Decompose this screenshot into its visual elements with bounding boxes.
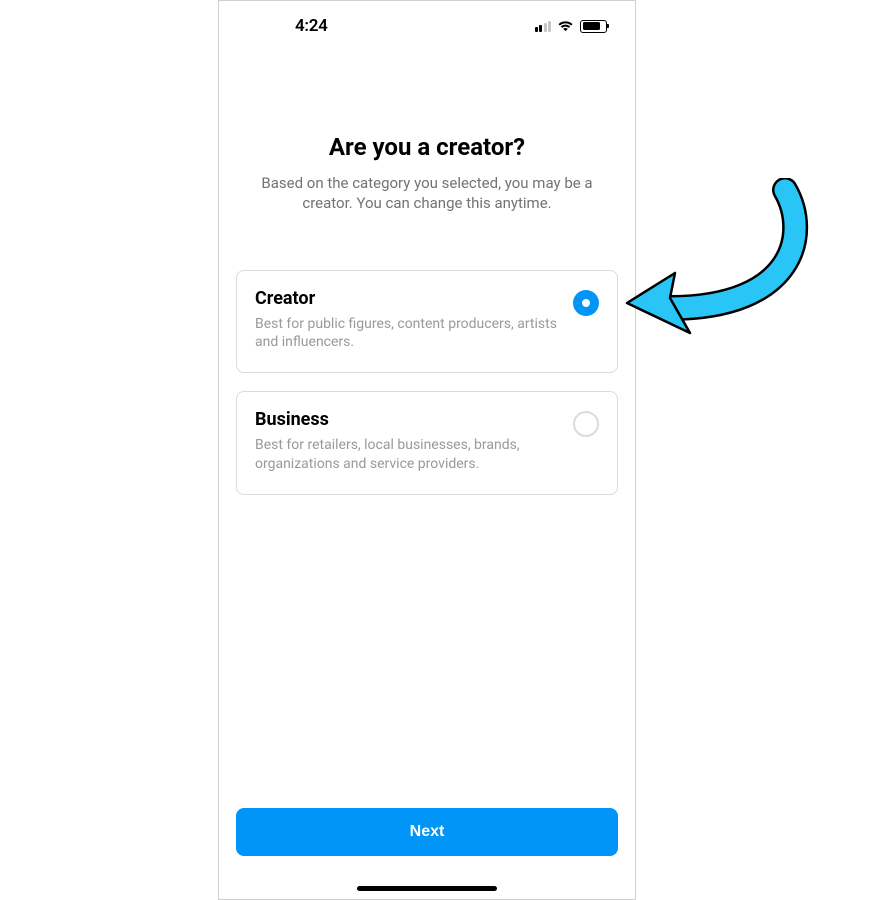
phone-frame: 4:24 Are you a creator? (218, 0, 636, 900)
page-subtitle: Based on the category you selected, you … (250, 173, 604, 214)
option-description: Best for retailers, local businesses, br… (255, 436, 561, 474)
option-business[interactable]: Business Best for retailers, local busin… (236, 391, 618, 495)
option-title: Creator (255, 288, 561, 309)
account-type-options: Creator Best for public figures, content… (236, 270, 618, 496)
main-content: Are you a creator? Based on the category… (219, 45, 635, 808)
footer: Next (219, 808, 635, 886)
option-text: Business Best for retailers, local busin… (255, 409, 573, 474)
status-bar: 4:24 (219, 1, 635, 45)
option-text: Creator Best for public figures, content… (255, 288, 573, 353)
status-time: 4:24 (295, 16, 328, 36)
wifi-icon (557, 17, 574, 36)
home-indicator[interactable] (357, 886, 497, 891)
radio-unselected-icon[interactable] (573, 411, 599, 437)
option-creator[interactable]: Creator Best for public figures, content… (236, 270, 618, 374)
option-title: Business (255, 409, 561, 430)
cellular-signal-icon (535, 21, 552, 32)
battery-icon (580, 20, 607, 33)
next-button[interactable]: Next (236, 808, 618, 856)
annotation-arrow-icon (615, 178, 815, 362)
header-section: Are you a creator? Based on the category… (236, 133, 618, 214)
radio-selected-icon[interactable] (573, 290, 599, 316)
status-icons (535, 17, 608, 36)
option-description: Best for public figures, content produce… (255, 315, 561, 353)
page-title: Are you a creator? (250, 133, 604, 161)
